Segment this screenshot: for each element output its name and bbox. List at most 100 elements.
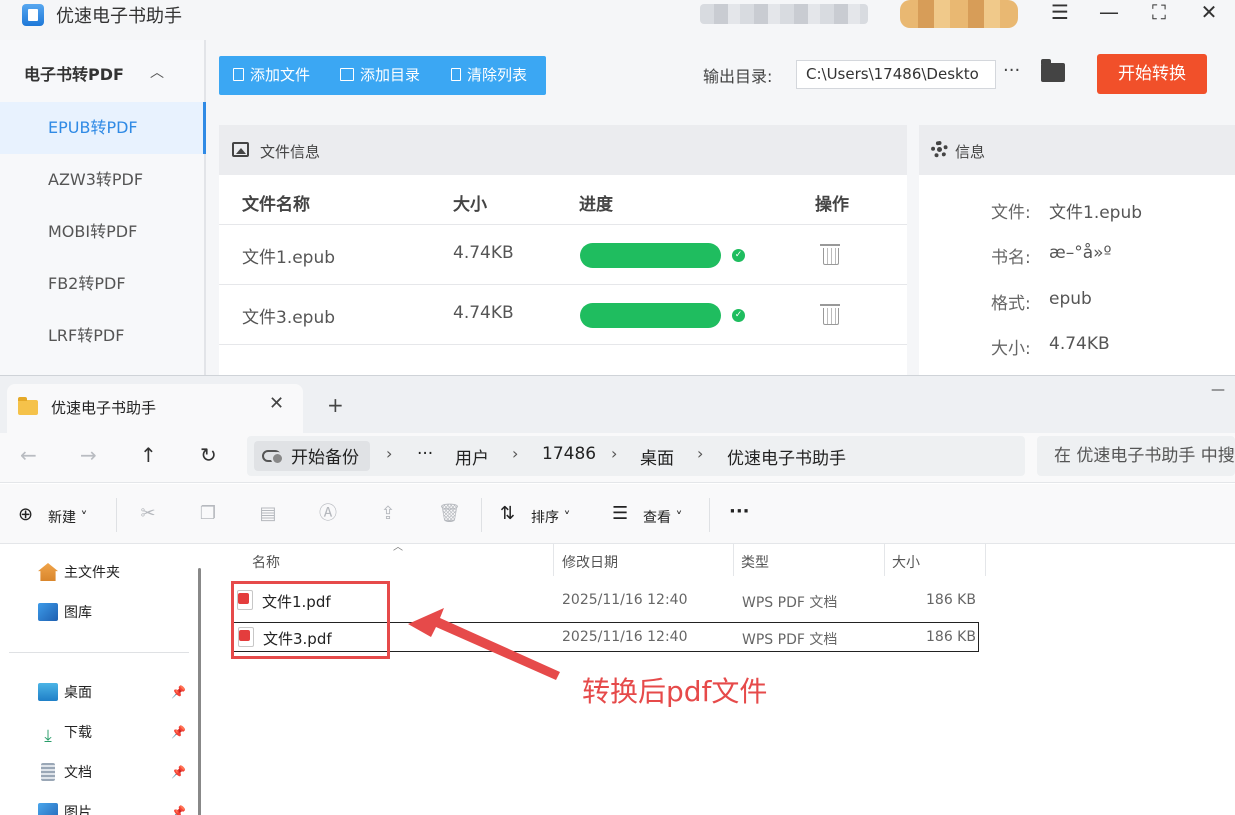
add-file-label: 添加文件 [250,66,311,84]
table-row[interactable]: 文件3.epub 4.74KB ✓ [219,284,907,344]
cloud-sync-icon [262,450,284,465]
search-input[interactable]: 在 优速电子书助手 中搜 [1037,436,1235,476]
divider [709,498,710,532]
column-header-modified[interactable]: 修改日期 [562,552,618,572]
delete-icon[interactable] [820,242,840,265]
converter-app: 优速电子书助手 ☰ — ⛶ ✕ 电子书转PDF ︿ EPUB转PDF AZW3转… [0,0,1235,375]
folder-icon [18,397,38,415]
tab-close-icon[interactable]: ✕ [269,393,284,414]
sidebar-item-lrf[interactable]: LRF转PDF [0,310,206,362]
open-folder-icon[interactable] [1041,59,1065,82]
info-label-file: 文件: [991,203,1031,223]
output-path-field[interactable]: C:\Users\17486\Deskto [796,60,996,89]
breadcrumb-user[interactable]: 17486 [542,444,596,464]
close-icon[interactable]: ✕ [1191,0,1227,28]
sidebar-item-epub[interactable]: EPUB转PDF [0,102,206,154]
column-name: 文件名称 [242,195,310,215]
column-divider[interactable] [985,544,986,576]
nav-separator [9,652,189,653]
rename-icon[interactable]: Ⓐ [318,504,338,524]
column-header-size[interactable]: 大小 [892,552,920,572]
pin-icon[interactable]: 📌 [171,725,186,739]
clear-list-button[interactable]: 清除列表 [451,56,527,95]
info-value-file: 文件1.epub [1049,203,1143,223]
file-icon [233,68,244,81]
folder-outline-icon [340,68,354,81]
breadcrumb-desktop[interactable]: 桌面 [640,444,674,469]
chevron-right-icon: › [386,444,393,463]
up-arrow-icon[interactable]: ↑ [140,443,157,467]
copy-icon[interactable]: ❐ [198,504,218,524]
new-button[interactable]: 新建 ˅ [48,507,87,527]
new-plus-icon[interactable]: ⊕ [18,504,33,525]
navigation-pane: 主文件夹 图库 桌面 📌 ⤓ 下载 📌 文档 📌 图片 📌 [0,545,205,815]
sidebar-item-mobi[interactable]: MOBI转PDF [0,206,206,258]
annotation-label: 转换后pdf文件 [582,675,768,708]
breadcrumb-users[interactable]: 用户 [455,444,489,469]
share-icon[interactable]: ⇪ [378,504,398,524]
nav-item-desktop[interactable]: 桌面 [38,682,92,706]
column-divider[interactable] [733,544,734,576]
file-explorer-window: 优速电子书助手 ✕ + — ← → ↑ ↻ 开始备份 › ··· 用户 › 17… [0,375,1235,815]
file-info-header: 文件信息 [219,125,907,175]
check-icon: ✓ [732,309,745,322]
back-arrow-icon[interactable]: ← [20,443,37,467]
nav-item-gallery[interactable]: 图库 [38,602,92,626]
add-file-button[interactable]: 添加文件 [233,56,310,95]
minimize-icon[interactable]: — [1091,0,1127,28]
divider [116,498,117,532]
sort-icon[interactable]: ⇅ [500,503,515,524]
nav-scrollbar[interactable] [198,568,201,815]
chevron-up-icon[interactable]: ︿ [150,62,164,82]
table-row[interactable]: 文件1.epub 4.74KB ✓ [219,224,907,284]
file-info-panel: 文件信息 文件名称 大小 进度 操作 文件1.epub 4.74KB ✓ 文件3… [219,125,907,375]
column-divider[interactable] [884,544,885,576]
file-modified: 2025/11/16 12:40 [562,592,688,608]
sidebar-item-fb2[interactable]: FB2转PDF [0,258,206,310]
forward-arrow-icon[interactable]: → [80,443,97,467]
maximize-icon[interactable]: ⛶ [1141,0,1177,28]
column-divider[interactable] [553,544,554,576]
breadcrumb-current[interactable]: 优速电子书助手 [727,444,846,469]
pin-icon[interactable]: 📌 [171,765,186,779]
sidebar-header[interactable]: 电子书转PDF [24,61,124,85]
column-header-type[interactable]: 类型 [741,552,769,572]
minimize-icon[interactable]: — [1211,382,1225,398]
nav-item-home[interactable]: 主文件夹 [38,562,120,586]
pin-icon[interactable]: 📌 [171,685,186,699]
delete-icon[interactable] [820,302,840,325]
sort-button[interactable]: 排序 ˅ [531,507,570,527]
view-button[interactable]: 查看 ˅ [643,507,682,527]
paste-icon[interactable]: ▤ [258,504,278,524]
image-icon [232,142,249,157]
file-modified: 2025/11/16 12:40 [562,629,688,645]
breadcrumb-more[interactable]: ··· [417,444,433,464]
refresh-icon[interactable]: ↻ [200,443,217,467]
cut-icon[interactable]: ✂ [138,504,158,524]
nav-item-pictures[interactable]: 图片 [38,802,92,815]
add-directory-button[interactable]: 添加目录 [340,56,420,95]
new-tab-icon[interactable]: + [327,393,344,417]
sidebar-item-azw3[interactable]: AZW3转PDF [0,154,206,206]
backup-chip[interactable]: 开始备份 [254,441,370,471]
view-icon[interactable]: ☰ [612,503,628,524]
address-bar[interactable]: 开始备份 › ··· 用户 › 17486 › 桌面 › 优速电子书助手 [247,436,1025,476]
menu-icon[interactable]: ☰ [1042,0,1078,28]
nav-item-documents[interactable]: 文档 [38,762,92,786]
clear-list-label: 清除列表 [467,66,528,84]
file-size: 186 KB [926,592,976,608]
nav-label: 主文件夹 [64,565,120,581]
file-name-cell: 文件3.epub [242,308,336,328]
explorer-tab[interactable]: 优速电子书助手 ✕ [7,384,303,433]
nav-item-downloads[interactable]: ⤓ 下载 [38,722,92,746]
browse-more-button[interactable]: ··· [1003,60,1020,81]
delete-icon[interactable]: 🗑 [438,504,461,524]
pin-icon[interactable]: 📌 [171,805,186,815]
file-type: WPS PDF 文档 [742,595,838,611]
file-info-title: 文件信息 [260,143,321,161]
blurred-vip-badge[interactable] [900,0,1018,28]
output-dir-label: 输出目录: [703,67,773,86]
more-options-button[interactable]: ··· [729,501,750,522]
start-convert-button[interactable]: 开始转换 [1097,54,1207,94]
column-header-name[interactable]: 名称 [252,552,280,572]
